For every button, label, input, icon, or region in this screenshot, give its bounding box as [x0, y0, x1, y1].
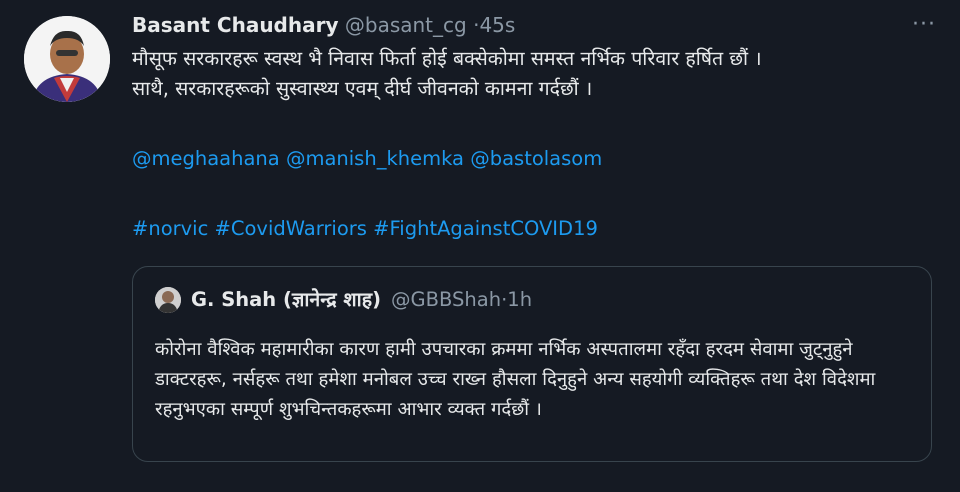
tweet-time[interactable]: 45s [479, 13, 515, 37]
quoted-tweet-time[interactable]: 1h [507, 287, 532, 313]
quoted-author-name[interactable]: G. Shah (ज्ञानेन्द्र शाह) [191, 287, 381, 313]
tweet-text: मौसूफ सरकारहरू स्वस्थ भै निवास फिर्ता हो… [132, 44, 932, 244]
author-avatar[interactable] [24, 16, 110, 102]
mention-link[interactable]: @manish_khemka [286, 147, 464, 170]
author-name[interactable]: Basant Chaudhary [132, 13, 339, 37]
tweet-header: Basant Chaudhary @basant_cg ·45s [132, 12, 932, 38]
quoted-tweet[interactable]: G. Shah (ज्ञानेन्द्र शाह) @GBBShah · 1h क… [132, 266, 932, 462]
hashtags: #norvic #CovidWarriors #FightAgainstCOVI… [132, 214, 932, 244]
hashtag-link[interactable]: #norvic [132, 217, 208, 240]
avatar-portrait [24, 16, 110, 102]
quoted-avatar-portrait [155, 287, 181, 313]
quoted-tweet-header: G. Shah (ज्ञानेन्द्र शाह) @GBBShah · 1h [155, 287, 532, 313]
mentions: @meghaahana @manish_khemka @bastolasom [132, 144, 932, 174]
tweet-line-2: साथै, सरकारहरूको सुस्वास्थ्य एवम् दीर्घ … [132, 77, 593, 100]
author-handle[interactable]: @basant_cg [345, 13, 467, 37]
quoted-author-handle[interactable]: @GBBShah [391, 287, 501, 313]
mention-link[interactable]: @meghaahana [132, 147, 280, 170]
tweet: Basant Chaudhary @basant_cg ·45s मौसूफ स… [132, 12, 932, 244]
quoted-tweet-text: कोरोना वैश्विक महामारीका कारण हामी उपचार… [155, 339, 876, 420]
mention-link[interactable]: @bastolasom [470, 147, 602, 170]
quoted-author-avatar[interactable] [155, 287, 181, 313]
tweet-line-1: मौसूफ सरकारहरू स्वस्थ भै निवास फिर्ता हो… [132, 47, 762, 70]
hashtag-link[interactable]: #FightAgainstCOVID19 [373, 217, 598, 240]
hashtag-link[interactable]: #CovidWarriors [215, 217, 367, 240]
